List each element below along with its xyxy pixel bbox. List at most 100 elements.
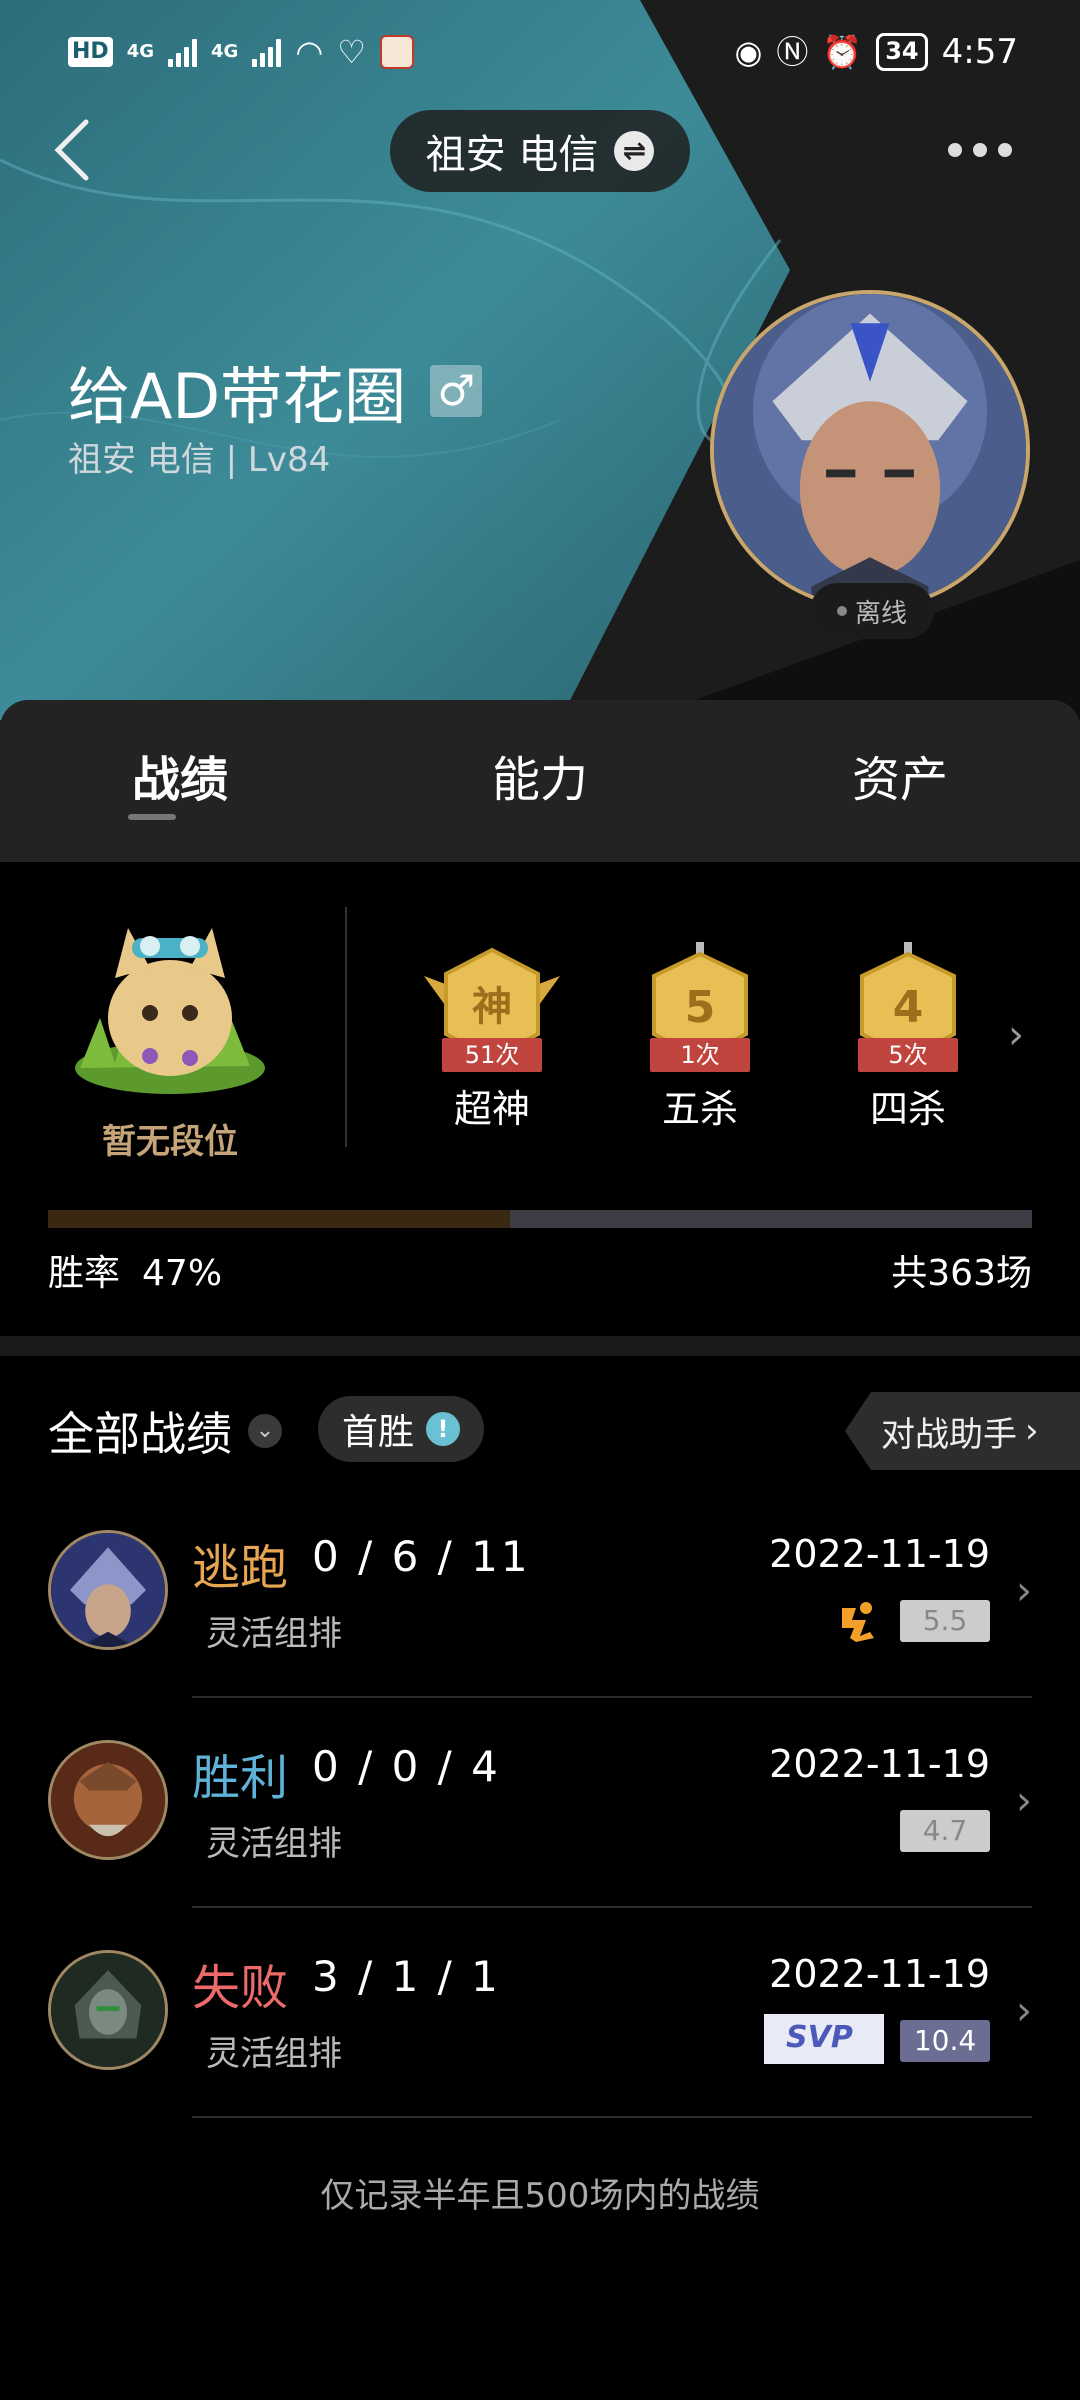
- assistant-label: 对战助手: [881, 1414, 1017, 1455]
- clock: 4:57: [941, 32, 1018, 72]
- tab-bar: 战绩 能力 资产: [0, 700, 1080, 862]
- profile-header: HD 4G 4G ◠ ♡ ◉ Ⓝ ⏰ 34 4:57 祖安 电信 ⇌ 给AD带花…: [0, 0, 1080, 880]
- match-mode: 灵活组排: [206, 1824, 342, 1864]
- champion-portrait-image: [51, 1743, 165, 1857]
- active-tab-indicator: [128, 814, 176, 820]
- dot-icon: [973, 143, 987, 157]
- champion-avatar: [48, 1950, 168, 2070]
- champion-portrait-image: [714, 294, 1026, 606]
- row-divider: [192, 2116, 1032, 2118]
- match-filter-dropdown[interactable]: 全部战绩 ⌄: [48, 1398, 282, 1464]
- match-score: 5.5: [900, 1600, 990, 1642]
- svp-label: SVP: [786, 2020, 853, 2055]
- first-win-label: 首胜: [341, 1412, 414, 1453]
- total-games: 共363场: [891, 1253, 1032, 1294]
- chevron-right-icon: ›: [1016, 1568, 1032, 1614]
- match-result: 逃跑: [192, 1540, 289, 1596]
- champion-avatar: [48, 1740, 168, 1860]
- medal-legendary[interactable]: 神 51次 超神: [420, 942, 564, 1133]
- chevron-right-icon: ›: [1016, 1988, 1032, 2034]
- champion-portrait-image: [51, 1533, 165, 1647]
- swap-icon: ⇌: [614, 131, 655, 171]
- avatar[interactable]: [710, 290, 1030, 610]
- info-icon: !: [426, 1412, 460, 1446]
- medal-list[interactable]: 神 51次 超神 5 1次 五杀 4 5次 四杀: [420, 942, 980, 1133]
- rank-label: 暂无段位: [102, 1122, 238, 1162]
- signal-icon-2: [252, 37, 282, 67]
- player-name: 给AD带花圈: [68, 360, 407, 433]
- chevron-left-icon: [54, 119, 89, 181]
- player-name-row: 给AD带花圈 ♂: [68, 346, 483, 436]
- medal-count: 51次: [442, 1038, 542, 1072]
- match-date: 2022-11-19: [769, 1952, 990, 1996]
- back-button[interactable]: [40, 110, 110, 190]
- medal-label: 五杀: [661, 1087, 738, 1131]
- win-rate-value: 47%: [142, 1253, 223, 1294]
- status-dot-icon: [836, 606, 847, 616]
- server-label: 祖安 电信: [425, 132, 599, 178]
- dot-icon: [998, 143, 1012, 157]
- hd-indicator: HD: [68, 37, 113, 67]
- match-kda: 0 / 6 / 11: [312, 1532, 531, 1581]
- match-kda: 3 / 1 / 1: [312, 1952, 501, 2001]
- flee-badge-icon: [842, 1602, 874, 1642]
- win-rate-bar-fill: [48, 1210, 511, 1228]
- dot-icon: [948, 143, 962, 157]
- medal-quadra-kill[interactable]: 4 5次 四杀: [836, 942, 980, 1133]
- signal-icon: [168, 37, 197, 67]
- match-row[interactable]: 逃跑 0 / 6 / 11 灵活组排 2022-11-19 5.5 ›: [0, 1488, 1080, 1698]
- battery-indicator: 34: [876, 33, 928, 71]
- match-score: 4.7: [900, 1810, 990, 1852]
- battle-assistant-button[interactable]: 对战助手 ›: [845, 1392, 1080, 1470]
- filter-label: 全部战绩: [48, 1407, 232, 1461]
- chevron-right-icon[interactable]: ›: [1008, 1012, 1024, 1058]
- match-result: 失败: [192, 1960, 289, 2016]
- eye-icon: ◉: [734, 33, 763, 71]
- match-mode: 灵活组排: [206, 1614, 342, 1654]
- more-options-button[interactable]: [940, 120, 1020, 180]
- nfc-icon: Ⓝ: [776, 33, 809, 71]
- wifi-icon: ◠: [295, 33, 324, 71]
- record-limit-note: 仅记录半年且500场内的战绩: [320, 2176, 760, 2216]
- tab-assets[interactable]: 资产: [720, 700, 1080, 862]
- match-kda: 0 / 0 / 4: [312, 1742, 501, 1791]
- medal-glyph: 神: [472, 984, 512, 1030]
- match-result: 胜利: [192, 1750, 289, 1806]
- stats-panel: 暂无段位 神 51次 超神 5 1次 五杀 4 5次 四杀 › 胜率 47% 共…: [0, 862, 1080, 1332]
- rank-emblem-icon: [75, 928, 265, 1094]
- match-mode: 灵活组排: [206, 2034, 342, 2074]
- win-rate-label: 胜率: [48, 1253, 121, 1294]
- first-win-button[interactable]: 首胜 !: [318, 1396, 484, 1462]
- chevron-down-icon: ⌄: [248, 1414, 282, 1448]
- match-row[interactable]: 胜利 0 / 0 / 4 灵活组排 2022-11-19 4.7 ›: [0, 1698, 1080, 1908]
- server-switcher[interactable]: 祖安 电信 ⇌: [390, 110, 690, 192]
- alarm-icon: ⏰: [822, 33, 863, 71]
- status-bar: HD 4G 4G ◠ ♡ ◉ Ⓝ ⏰ 34 4:57: [0, 0, 1080, 104]
- online-status-badge: 离线: [810, 583, 934, 639]
- match-score: 10.4: [900, 2020, 990, 2062]
- network-type-1: 4G: [126, 41, 154, 62]
- svp-badge: SVP: [764, 2014, 884, 2064]
- tab-ability[interactable]: 能力: [360, 700, 720, 862]
- match-list-header: 全部战绩 ⌄ 首胜 ! 对战助手 ›: [0, 1380, 1080, 1480]
- male-icon: ♂: [430, 365, 483, 417]
- medal-glyph: 5: [685, 982, 716, 1033]
- rank-section[interactable]: 暂无段位: [50, 898, 290, 1163]
- champion-portrait-image: [51, 1953, 165, 2067]
- win-rate: 胜率 47%: [48, 1244, 222, 1296]
- nfc-heart-icon: ♡: [337, 33, 366, 71]
- medal-glyph: 4: [893, 982, 924, 1033]
- chevron-right-icon: ›: [1016, 1778, 1032, 1824]
- tab-record[interactable]: 战绩: [0, 700, 360, 862]
- medal-count: 1次: [650, 1038, 750, 1072]
- chevron-right-icon: ›: [1025, 1411, 1039, 1451]
- app-notification-icon: [379, 35, 414, 69]
- champion-avatar: [48, 1530, 168, 1650]
- match-date: 2022-11-19: [769, 1742, 990, 1786]
- medal-count: 5次: [858, 1038, 958, 1072]
- medal-label: 超神: [453, 1087, 530, 1131]
- divider: [345, 907, 347, 1147]
- medal-penta-kill[interactable]: 5 1次 五杀: [628, 942, 772, 1133]
- match-date: 2022-11-19: [769, 1532, 990, 1576]
- match-row[interactable]: 失败 3 / 1 / 1 灵活组排 2022-11-19 SVP 10.4 ›: [0, 1908, 1080, 2118]
